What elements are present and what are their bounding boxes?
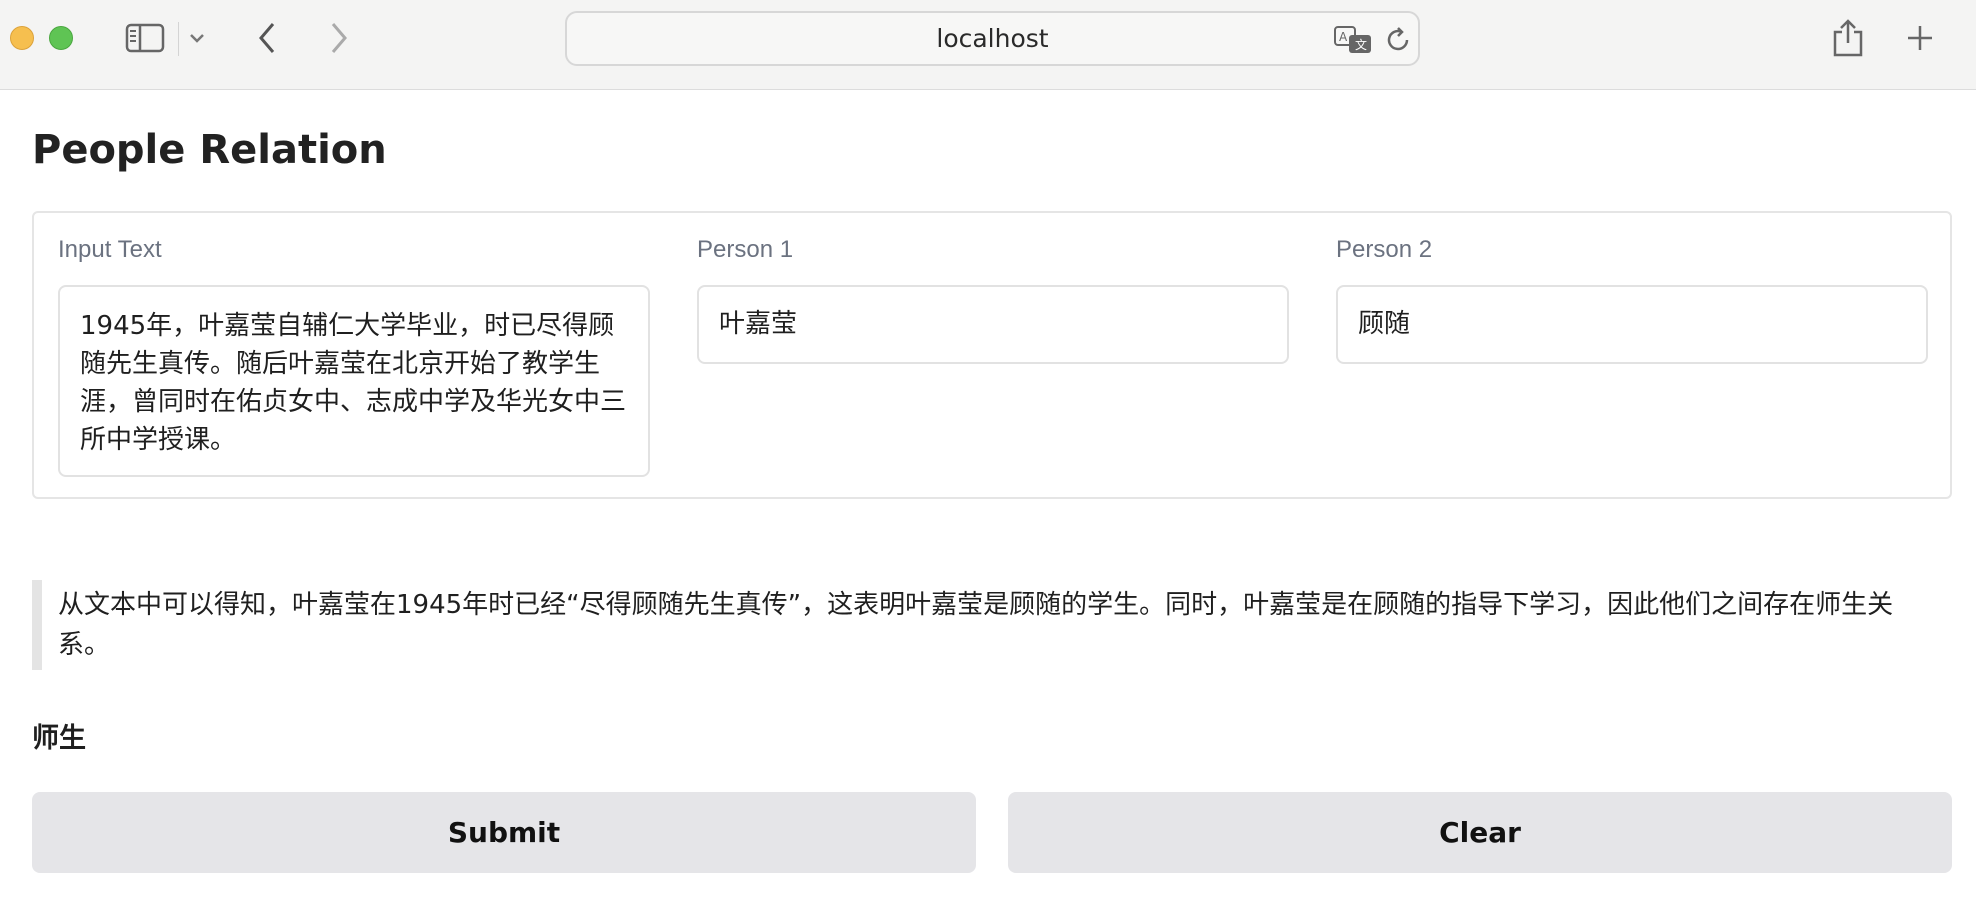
sidebar-menu-button[interactable]	[182, 20, 212, 56]
zoom-window-button[interactable]	[49, 26, 73, 50]
page-title: People Relation	[32, 127, 387, 173]
share-icon	[1833, 19, 1863, 57]
toolbar-divider	[178, 22, 179, 56]
chevron-right-icon	[331, 23, 347, 53]
person2-input[interactable]: 顾随	[1336, 285, 1928, 364]
browser-toolbar: localhost A 文	[0, 0, 1976, 90]
input-text-label: Input Text	[58, 236, 162, 263]
sidebar-toggle-button[interactable]	[124, 20, 166, 56]
clear-button[interactable]: Clear	[1008, 792, 1952, 873]
input-text-area[interactable]: 1945年，叶嘉莹自辅仁大学毕业，时已尽得顾随先生真传。随后叶嘉莹在北京开始了教…	[58, 285, 650, 477]
relation-output: 师生	[32, 723, 86, 754]
person1-label: Person 1	[697, 236, 794, 263]
forward-button[interactable]	[324, 20, 354, 56]
translate-button[interactable]: A 文	[1333, 25, 1375, 55]
address-bar[interactable]: localhost A 文	[565, 11, 1420, 66]
person1-input[interactable]: 叶嘉莹	[697, 285, 1289, 364]
page-content: People Relation Input Text 1945年，叶嘉莹自辅仁大…	[0, 91, 1976, 908]
svg-text:A: A	[1339, 30, 1348, 44]
url-text: localhost	[936, 24, 1049, 53]
person2-label: Person 2	[1336, 236, 1433, 263]
submit-button[interactable]: Submit	[32, 792, 976, 873]
back-button[interactable]	[252, 20, 282, 56]
explanation-output: 从文本中可以得知，叶嘉莹在1945年时已经“尽得顾随先生真传”，这表明叶嘉莹是顾…	[32, 580, 1952, 670]
translate-icon: A 文	[1334, 26, 1371, 53]
person1-field: Person 1 叶嘉莹	[697, 235, 1289, 364]
reload-icon	[1387, 27, 1409, 51]
svg-text:文: 文	[1355, 37, 1367, 52]
share-button[interactable]	[1830, 19, 1866, 57]
plus-icon	[1908, 26, 1932, 50]
input-form-panel: Input Text 1945年，叶嘉莹自辅仁大学毕业，时已尽得顾随先生真传。随…	[32, 211, 1952, 499]
chevron-left-icon	[259, 23, 275, 53]
sidebar-icon	[125, 23, 165, 53]
chevron-down-icon	[190, 34, 204, 43]
person2-field: Person 2 顾随	[1336, 235, 1928, 364]
new-tab-button[interactable]	[1902, 20, 1938, 56]
input-text-field: Input Text 1945年，叶嘉莹自辅仁大学毕业，时已尽得顾随先生真传。随…	[58, 235, 650, 477]
reload-button[interactable]	[1383, 25, 1413, 55]
minimize-window-button[interactable]	[10, 26, 34, 50]
